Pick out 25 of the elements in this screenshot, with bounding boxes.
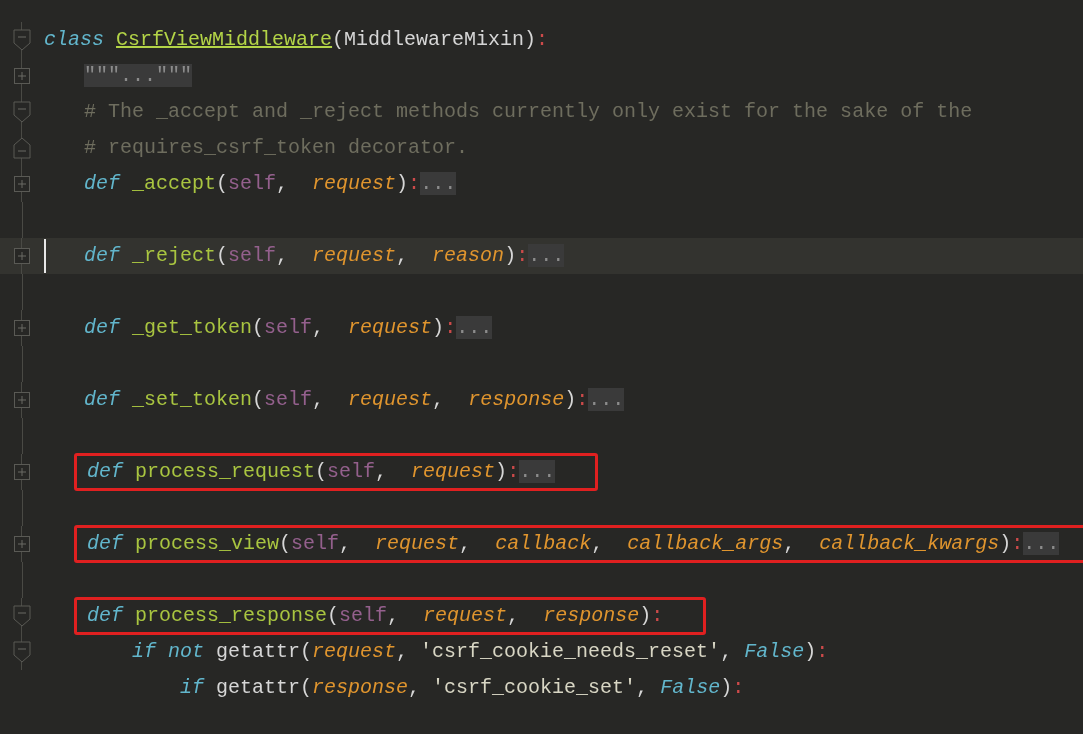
collapse-icon[interactable]	[13, 101, 31, 123]
expand-icon[interactable]	[14, 392, 30, 408]
code-line: def _reject(self, request, reason):...	[84, 243, 565, 269]
expand-icon[interactable]	[14, 176, 30, 192]
code-line: # requires_csrf_token decorator.	[84, 135, 469, 161]
expand-icon[interactable]	[14, 248, 30, 264]
text-caret	[44, 239, 46, 273]
expand-icon[interactable]	[14, 464, 30, 480]
expand-icon[interactable]	[14, 320, 30, 336]
code-line: def process_response(self, request, response):	[87, 604, 664, 627]
code-line: def _get_token(self, request):...	[84, 315, 493, 341]
code-line: def process_request(self, request):...	[87, 460, 556, 483]
code-line: def _set_token(self, request, response):...	[84, 387, 625, 413]
collapse-icon[interactable]	[13, 641, 31, 663]
code-line: class CsrfViewMiddleware(MiddlewareMixin):	[44, 27, 549, 53]
code-line: if not getattr(request, 'csrf_cookie_needs_reset', False):	[132, 639, 829, 665]
collapse-icon[interactable]	[13, 29, 31, 51]
expand-icon[interactable]	[14, 536, 30, 552]
expand-icon[interactable]	[14, 68, 30, 84]
code-line: if getattr(response, 'csrf_cookie_set', False):	[180, 675, 745, 701]
code-line: def process_view(self, request, callback, callback_args, callback_kwargs):...	[87, 532, 1060, 555]
code-line: # The _accept and _reject methods currently only exist for the sake of the	[84, 99, 973, 125]
collapse-icon[interactable]	[13, 137, 31, 159]
code-line: def _accept(self, request):...	[84, 171, 457, 197]
collapse-icon[interactable]	[13, 605, 31, 627]
